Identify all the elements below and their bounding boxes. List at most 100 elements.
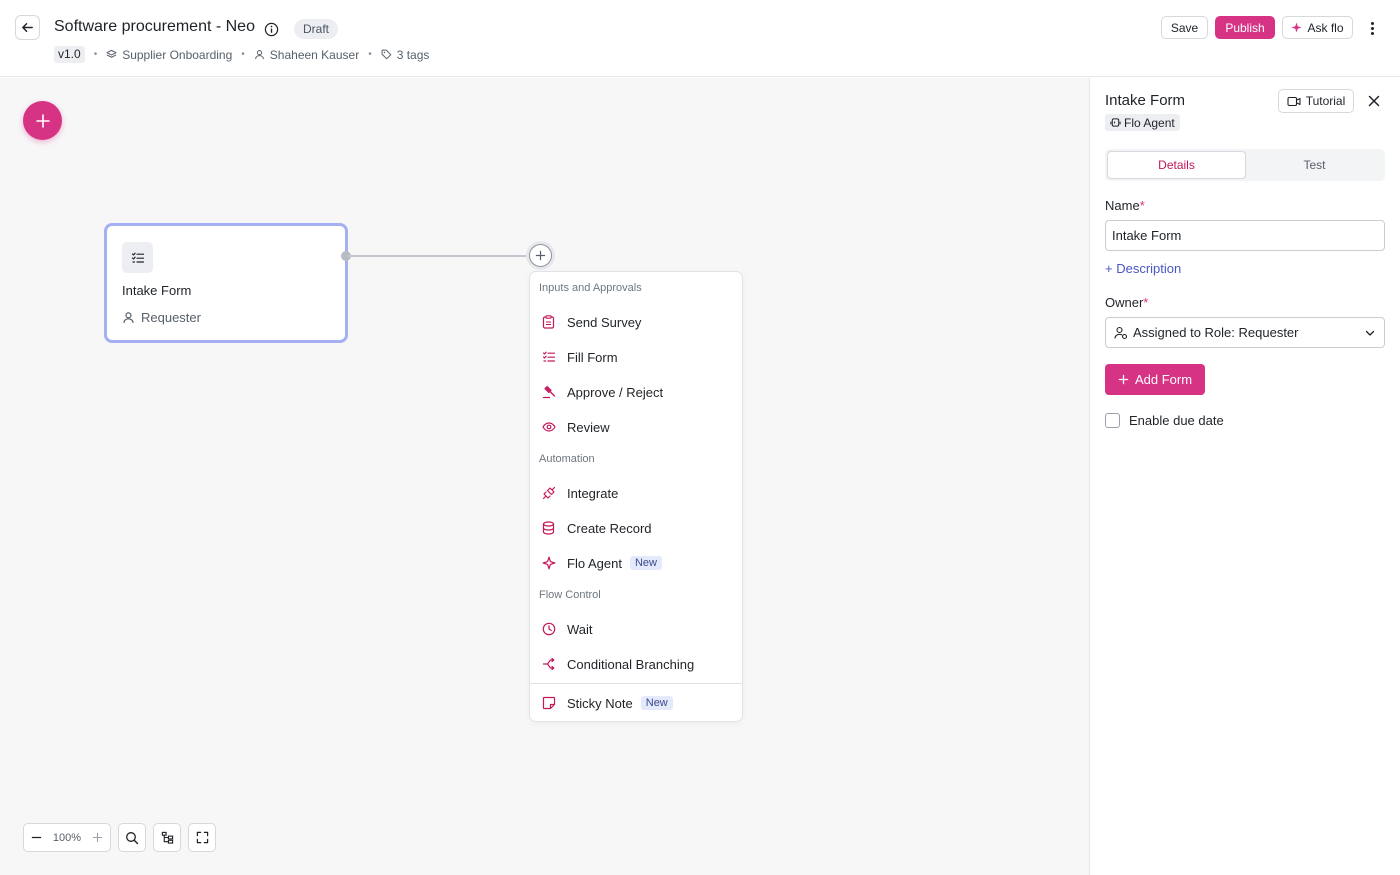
new-badge: New	[629, 556, 662, 570]
agent-tag: Flo Agent	[1105, 114, 1180, 131]
menu-item-sticky-note[interactable]: Sticky Note New	[530, 688, 742, 718]
owner-select[interactable]: Assigned to Role: Requester	[1105, 317, 1385, 348]
sparkle-icon	[541, 556, 556, 571]
menu-item-conditional-branching[interactable]: Conditional Branching	[530, 649, 742, 679]
workflow-canvas[interactable]: Intake Form Requester Inputs and Approva…	[0, 78, 1089, 875]
workflow-node-intake-form[interactable]: Intake Form Requester	[104, 223, 348, 343]
owner-item[interactable]: Shaheen Kauser	[254, 48, 359, 62]
user-role-icon	[1114, 326, 1128, 339]
video-icon	[1287, 96, 1301, 106]
owner-field-label: Owner*	[1105, 295, 1149, 310]
zoom-control: 100%	[23, 823, 111, 852]
close-icon[interactable]	[1365, 92, 1383, 110]
clipboard-icon	[541, 315, 556, 330]
add-node-button[interactable]	[529, 244, 552, 267]
save-button[interactable]: Save	[1161, 16, 1208, 39]
menu-item-label: Flo Agent	[567, 555, 622, 571]
clock-icon	[541, 622, 556, 637]
publish-button[interactable]: Publish	[1215, 16, 1275, 39]
due-date-checkbox[interactable]	[1105, 413, 1120, 428]
zoom-out-icon[interactable]	[31, 832, 42, 843]
separator-dot: •	[93, 49, 98, 60]
plug-icon	[541, 486, 556, 501]
tutorial-button[interactable]: Tutorial	[1278, 89, 1354, 113]
menu-item-flo-agent[interactable]: Flo Agent New	[530, 548, 742, 578]
menu-section-inputs: Inputs and Approvals	[539, 282, 642, 294]
connector-line	[348, 255, 528, 257]
name-input[interactable]	[1105, 220, 1385, 251]
node-role: Requester	[122, 310, 201, 325]
ask-flo-label: Ask flo	[1307, 20, 1344, 35]
new-badge: New	[640, 696, 673, 710]
version-badge: v1.0	[54, 46, 85, 63]
tutorial-label: Tutorial	[1305, 94, 1346, 108]
arrow-left-icon	[22, 23, 33, 32]
menu-item-wait[interactable]: Wait	[530, 614, 742, 644]
list-check-icon	[122, 242, 153, 273]
header: Software procurement - Neo Draft v1.0 • …	[0, 0, 1400, 77]
page-title: Software procurement - Neo	[54, 18, 255, 35]
add-form-label: Add Form	[1134, 372, 1193, 387]
tree-icon	[161, 831, 173, 844]
category-item[interactable]: Supplier Onboarding	[106, 48, 232, 62]
user-icon	[254, 50, 264, 60]
sticky-note-icon	[541, 696, 556, 711]
menu-divider	[530, 683, 742, 684]
menu-item-approve-reject[interactable]: Approve / Reject	[530, 377, 742, 407]
meta-row: v1.0 • Supplier Onboarding • Shaheen Kau…	[54, 46, 429, 63]
owner-label: Shaheen Kauser	[269, 47, 360, 62]
owner-select-value: Assigned to Role: Requester	[1133, 325, 1299, 340]
info-icon[interactable]	[263, 21, 279, 37]
search-button[interactable]	[118, 823, 146, 852]
menu-section-automation: Automation	[539, 453, 595, 465]
add-step-fab[interactable]	[23, 101, 62, 140]
chevron-down-icon	[1365, 330, 1375, 336]
menu-item-label: Approve / Reject	[567, 384, 664, 400]
layers-icon	[106, 49, 117, 58]
search-icon	[126, 831, 139, 844]
more-options-icon[interactable]	[1364, 17, 1380, 39]
menu-item-label: Sticky Note	[567, 695, 633, 711]
fullscreen-button[interactable]	[188, 823, 216, 852]
expand-icon	[196, 831, 208, 844]
agent-tag-label: Flo Agent	[1124, 115, 1175, 130]
add-description-link[interactable]: + Description	[1105, 261, 1181, 276]
add-form-button[interactable]: Add Form	[1105, 364, 1205, 395]
eye-icon	[541, 420, 556, 435]
category-label: Supplier Onboarding	[122, 47, 233, 62]
zoom-level: 100%	[52, 831, 82, 844]
plus-icon	[535, 250, 546, 261]
menu-item-create-record[interactable]: Create Record	[530, 513, 742, 543]
menu-item-label: Send Survey	[567, 314, 642, 330]
menu-item-fill-form[interactable]: Fill Form	[530, 342, 742, 372]
tab-test[interactable]: Test	[1246, 151, 1383, 179]
menu-item-label: Create Record	[567, 520, 652, 536]
panel-title: Intake Form	[1105, 92, 1186, 109]
ask-flo-button[interactable]: Ask flo	[1282, 16, 1353, 39]
menu-item-label: Integrate	[567, 485, 619, 501]
menu-item-label: Wait	[567, 621, 593, 637]
node-role-label: Requester	[141, 310, 201, 325]
tag-icon	[381, 49, 392, 60]
sparkle-icon	[1291, 22, 1303, 33]
branch-icon	[541, 657, 556, 672]
separator-dot: •	[368, 49, 372, 60]
back-button[interactable]	[15, 15, 40, 40]
gavel-icon	[541, 385, 556, 400]
tab-details[interactable]: Details	[1107, 151, 1246, 179]
due-date-label: Enable due date	[1129, 413, 1224, 428]
menu-section-flow-control: Flow Control	[539, 589, 601, 601]
menu-item-integrate[interactable]: Integrate	[530, 478, 742, 508]
panel-tabs: Details Test	[1105, 149, 1385, 181]
tags-label: 3 tags	[396, 47, 430, 62]
list-check-icon	[541, 350, 556, 365]
tags-item[interactable]: 3 tags	[381, 47, 430, 62]
tree-view-button[interactable]	[153, 823, 181, 852]
menu-item-label: Fill Form	[567, 349, 618, 365]
zoom-in-icon[interactable]	[92, 832, 103, 843]
menu-item-send-survey[interactable]: Send Survey	[530, 307, 742, 337]
node-title: Intake Form	[122, 283, 192, 298]
menu-item-review[interactable]: Review	[530, 412, 742, 442]
plus-icon	[35, 113, 50, 128]
step-type-menu: Inputs and Approvals Send Survey Fill Fo…	[529, 271, 743, 722]
